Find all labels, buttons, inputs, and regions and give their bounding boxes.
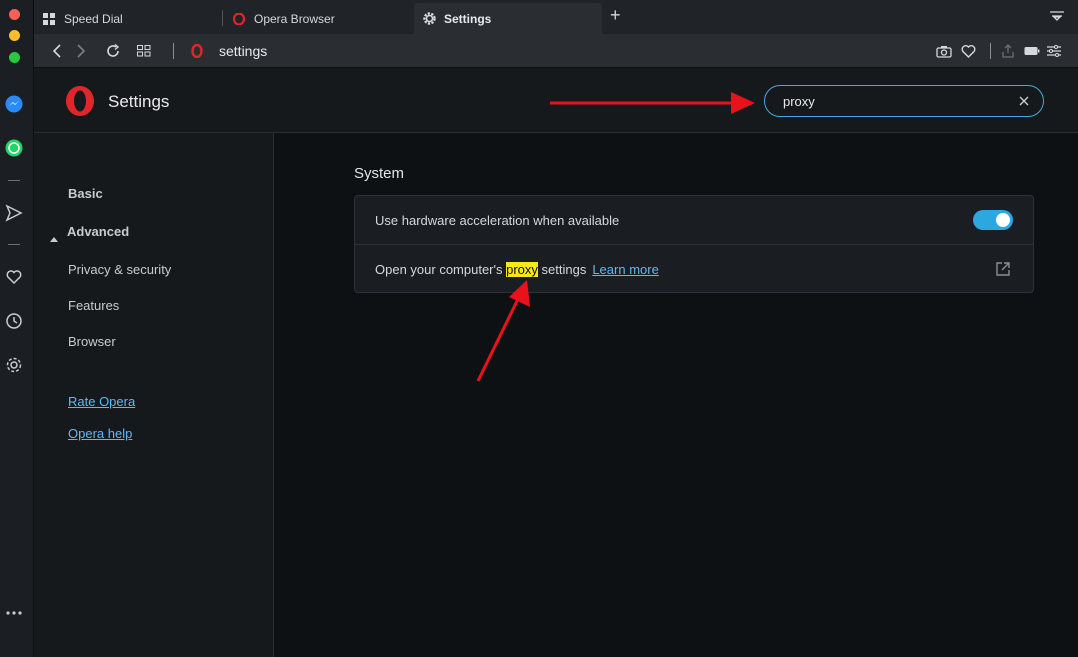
tab-opera-browser[interactable]: Opera Browser bbox=[224, 3, 412, 34]
tab-speed-dial[interactable]: Speed Dial bbox=[34, 3, 222, 34]
speed-dial-icon bbox=[42, 12, 56, 26]
page-title: Settings bbox=[108, 92, 170, 111]
nav-basic[interactable]: Basic bbox=[68, 186, 103, 201]
url-field[interactable]: settings bbox=[219, 43, 267, 59]
settings-main: System Use hardware acceleration when av… bbox=[274, 133, 1078, 657]
nav-advanced[interactable]: Advanced bbox=[67, 224, 129, 239]
back-button[interactable] bbox=[48, 42, 66, 60]
learn-more-link[interactable]: Learn more bbox=[592, 262, 658, 277]
settings-gear-icon[interactable] bbox=[4, 355, 24, 375]
tab-settings[interactable]: Settings bbox=[414, 3, 602, 34]
sidebar-divider bbox=[8, 180, 20, 181]
collapse-arrow-icon[interactable] bbox=[50, 229, 58, 247]
tab-label: Settings bbox=[444, 11, 492, 26]
nav-privacy-security[interactable]: Privacy & security bbox=[68, 262, 171, 277]
toggle-knob bbox=[996, 213, 1010, 227]
hardware-acceleration-label: Use hardware acceleration when available bbox=[375, 213, 620, 228]
search-value: proxy bbox=[783, 94, 815, 109]
opera-logo-icon bbox=[64, 85, 96, 117]
new-tab-button[interactable]: + bbox=[610, 5, 621, 26]
share-icon[interactable] bbox=[1000, 43, 1016, 59]
proxy-settings-row[interactable]: Open your computer's proxy settings Learn… bbox=[355, 245, 1033, 294]
battery-icon[interactable] bbox=[1024, 43, 1040, 59]
opera-site-icon bbox=[188, 42, 206, 60]
nav-features[interactable]: Features bbox=[68, 298, 119, 313]
sidebar-divider bbox=[8, 244, 20, 245]
maximize-window-button[interactable] bbox=[9, 52, 20, 63]
send-icon[interactable] bbox=[4, 203, 24, 223]
search-match-highlight: proxy bbox=[506, 262, 538, 277]
clear-search-icon[interactable] bbox=[1017, 92, 1031, 110]
tab-strip: Speed Dial Opera Browser Settings + bbox=[34, 0, 1078, 34]
tab-menu-icon[interactable] bbox=[1050, 10, 1064, 28]
proxy-label-prefix: Open your computer's bbox=[375, 262, 507, 277]
whatsapp-icon[interactable] bbox=[4, 138, 24, 158]
tab-label: Opera Browser bbox=[254, 11, 335, 26]
hardware-acceleration-toggle[interactable] bbox=[973, 210, 1013, 230]
hardware-acceleration-row: Use hardware acceleration when available bbox=[355, 196, 1033, 245]
camera-icon[interactable] bbox=[936, 43, 952, 59]
settings-header: Settings proxy bbox=[34, 68, 1078, 133]
bookmark-heart-icon[interactable] bbox=[960, 43, 976, 59]
settings-nav: Basic Advanced Privacy & security Featur… bbox=[34, 133, 274, 657]
tab-label: Speed Dial bbox=[64, 11, 123, 26]
left-sidebar bbox=[0, 0, 34, 657]
minimize-window-button[interactable] bbox=[9, 30, 20, 41]
opera-icon bbox=[232, 12, 246, 26]
close-window-button[interactable] bbox=[9, 9, 20, 20]
messenger-icon[interactable] bbox=[4, 94, 24, 114]
proxy-label-suffix: settings bbox=[537, 262, 587, 277]
address-bar-row: settings bbox=[34, 34, 1078, 68]
nav-browser[interactable]: Browser bbox=[68, 334, 116, 349]
opera-help-link[interactable]: Opera help bbox=[68, 426, 132, 441]
tab-grid-icon[interactable] bbox=[135, 42, 153, 60]
tab-divider bbox=[222, 10, 223, 26]
external-link-icon[interactable] bbox=[995, 261, 1011, 277]
forward-button[interactable] bbox=[72, 42, 90, 60]
address-separator bbox=[173, 43, 174, 59]
settings-search-input[interactable]: proxy bbox=[764, 85, 1044, 117]
rate-opera-link[interactable]: Rate Opera bbox=[68, 394, 135, 409]
toolbar-separator bbox=[990, 43, 991, 59]
more-options-icon[interactable] bbox=[4, 603, 24, 623]
section-title-system: System bbox=[354, 165, 405, 182]
proxy-settings-label: Open your computer's proxy settings Learn… bbox=[375, 262, 659, 277]
reload-button[interactable] bbox=[104, 42, 122, 60]
gear-icon bbox=[422, 12, 436, 26]
history-icon[interactable] bbox=[4, 311, 24, 331]
system-settings-card: Use hardware acceleration when available… bbox=[354, 195, 1034, 293]
heart-icon[interactable] bbox=[4, 267, 24, 287]
easy-setup-icon[interactable] bbox=[1046, 43, 1062, 59]
